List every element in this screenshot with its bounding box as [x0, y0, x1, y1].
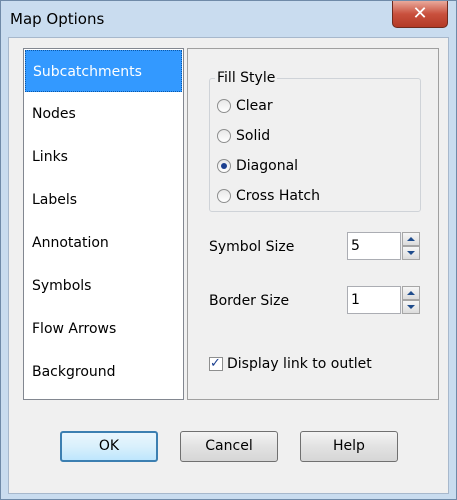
options-category-list[interactable]: Subcatchments Nodes Links Labels Annotat… — [23, 48, 184, 400]
radio-button-selected-icon[interactable] — [217, 159, 231, 173]
symbol-size-up-button[interactable] — [402, 232, 420, 246]
nav-item-labels[interactable]: Labels — [25, 179, 182, 221]
nav-item-subcatchments[interactable]: Subcatchments — [25, 50, 182, 92]
arrow-up-icon — [407, 291, 415, 295]
close-icon: ✕ — [412, 3, 428, 24]
fill-style-legend: Fill Style — [215, 70, 278, 86]
display-link-label: Display link to outlet — [227, 356, 372, 372]
radio-solid[interactable]: Solid — [217, 126, 270, 146]
symbol-size-stepper — [402, 232, 420, 260]
options-panel: Fill Style Clear Solid Diagonal Cross Ha… — [187, 48, 439, 400]
border-size-stepper — [402, 286, 420, 314]
border-size-input[interactable]: 1 — [347, 286, 401, 314]
radio-button-icon[interactable] — [217, 129, 231, 143]
radio-label: Solid — [236, 128, 271, 144]
fill-style-group: Fill Style Clear Solid Diagonal Cross Ha… — [209, 70, 421, 212]
nav-item-symbols[interactable]: Symbols — [25, 265, 182, 307]
symbol-size-input[interactable]: 5 — [347, 232, 401, 260]
border-size-down-button[interactable] — [402, 300, 420, 314]
radio-label: Diagonal — [236, 158, 299, 174]
radio-clear[interactable]: Clear — [217, 96, 273, 116]
symbol-size-down-button[interactable] — [402, 246, 420, 260]
radio-diagonal[interactable]: Diagonal — [217, 156, 298, 176]
radio-cross-hatch[interactable]: Cross Hatch — [217, 186, 320, 206]
checkmark-icon: ✓ — [210, 356, 221, 371]
radio-button-icon[interactable] — [217, 189, 231, 203]
title-bar[interactable]: Map Options ✕ — [1, 1, 456, 37]
symbol-size-label: Symbol Size — [209, 239, 295, 255]
nav-item-annotation[interactable]: Annotation — [25, 222, 182, 264]
nav-item-flow-arrows[interactable]: Flow Arrows — [25, 308, 182, 350]
arrow-up-icon — [407, 237, 415, 241]
help-button[interactable]: Help — [300, 431, 398, 462]
nav-item-nodes[interactable]: Nodes — [25, 93, 182, 135]
arrow-down-icon — [407, 251, 415, 255]
cancel-button[interactable]: Cancel — [180, 431, 278, 462]
display-link-checkbox-row[interactable]: ✓ Display link to outlet — [209, 355, 372, 373]
arrow-down-icon — [407, 305, 415, 309]
radio-label: Cross Hatch — [236, 188, 320, 204]
radio-label: Clear — [236, 98, 273, 114]
radio-button-icon[interactable] — [217, 99, 231, 113]
close-button[interactable]: ✕ — [392, 1, 448, 28]
border-size-label: Border Size — [209, 293, 290, 309]
nav-item-links[interactable]: Links — [25, 136, 182, 178]
display-link-checkbox[interactable]: ✓ — [209, 356, 223, 371]
map-options-window: Map Options ✕ Subcatchments Nodes Links … — [0, 0, 457, 500]
nav-item-background[interactable]: Background — [25, 351, 182, 393]
border-size-up-button[interactable] — [402, 286, 420, 300]
ok-button[interactable]: OK — [60, 431, 158, 462]
dialog-client-area: Subcatchments Nodes Links Labels Annotat… — [8, 37, 449, 494]
window-title: Map Options — [10, 10, 105, 28]
